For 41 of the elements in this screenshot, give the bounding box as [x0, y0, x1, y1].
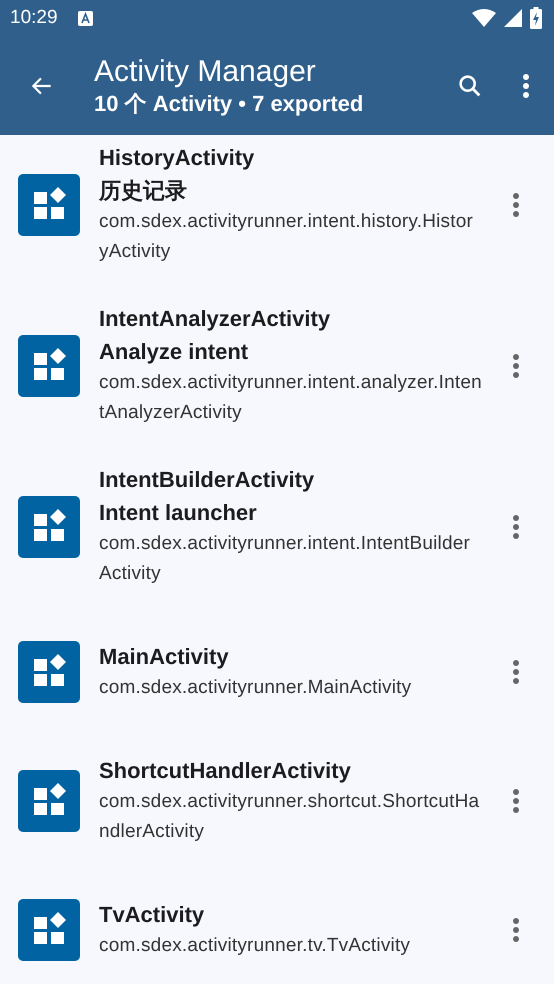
activity-item[interactable]: ShortcutHandlerActivity com.sdex.activityrunner.shortcut.ShortcutHandlerActivity: [0, 736, 554, 865]
activity-label: 历史记录: [99, 177, 188, 205]
activity-name: ShortcutHandlerActivity: [99, 756, 352, 785]
activity-icon: [18, 640, 80, 702]
more-icon: [512, 192, 520, 218]
keyboard-notification-icon: [78, 10, 93, 26]
screen-title: Activity Manager: [94, 54, 317, 90]
wifi-icon: [472, 9, 496, 27]
activity-icon: [18, 334, 80, 396]
more-icon: [512, 788, 520, 814]
activity-class-name: com.sdex.activityrunner.intent.history.HistoryActivity: [99, 210, 474, 264]
activity-item[interactable]: MainActivity com.sdex.activityrunner.MainActivity: [0, 607, 554, 736]
activity-name: TvActivity: [99, 900, 206, 929]
status-time: 10:29: [10, 7, 58, 29]
more-icon: [522, 72, 530, 98]
activity-class-name: com.sdex.activityrunner.intent.analyzer.IntentAnalyzerActivity: [99, 371, 482, 425]
screen-subtitle: 10 个 Activity • 7 exported: [94, 90, 364, 118]
battery-icon: [530, 7, 542, 29]
activity-icon: [18, 174, 80, 236]
activity-name: IntentBuilderActivity: [99, 466, 316, 494]
activity-item[interactable]: IntentAnalyzerActivity Analyze intent com.sdex.activityrunner.intent.analyzer.IntentAnalyzerActivity: [0, 285, 554, 446]
activity-class-name: com.sdex.activityrunner.shortcut.ShortcutHandlerActivity: [99, 790, 480, 844]
activity-label: Analyze intent: [99, 338, 250, 366]
activity-class-name: com.sdex.activityrunner.intent.IntentBuilderActivity: [99, 532, 472, 586]
activity-item[interactable]: TvActivity com.sdex.activityrunner.tv.TvActivity: [0, 865, 554, 984]
activity-name: MainActivity: [99, 642, 230, 671]
activity-icon: [18, 770, 80, 832]
activity-class-name: com.sdex.activityrunner.MainActivity: [99, 676, 412, 700]
activity-label: Intent launcher: [99, 499, 258, 527]
activity-icon: [18, 898, 80, 960]
activity-icon: [18, 496, 80, 558]
activity-class-name: com.sdex.activityrunner.tv.TvActivity: [99, 934, 412, 958]
more-icon: [512, 514, 520, 540]
activity-name: HistoryActivity: [99, 144, 256, 172]
activity-item[interactable]: IntentBuilderActivity Intent launcher com.sdex.activityrunner.intent.IntentBuilderActivity: [0, 446, 554, 607]
more-icon: [512, 916, 520, 942]
signal-icon: [504, 9, 522, 27]
more-icon: [512, 352, 520, 378]
activity-item[interactable]: HistoryActivity 历史记录 com.sdex.activityrunner.intent.history.HistoryActivity: [0, 135, 554, 285]
more-icon: [512, 658, 520, 684]
activity-name: IntentAnalyzerActivity: [99, 305, 332, 333]
